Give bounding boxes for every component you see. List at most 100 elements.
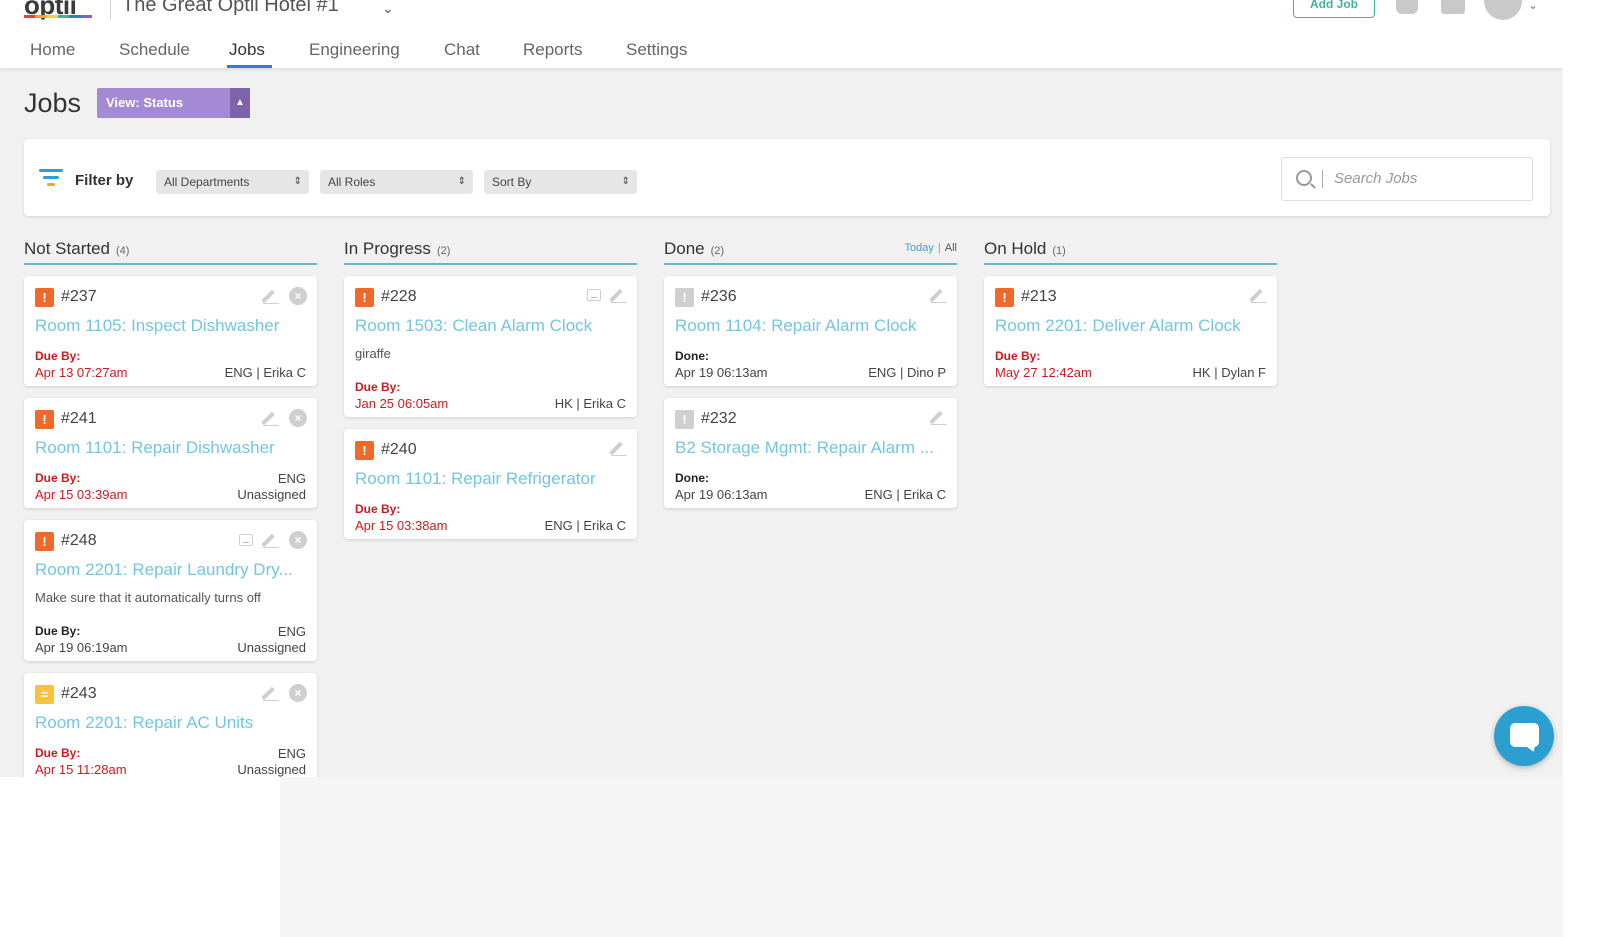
edit-icon[interactable]: [611, 440, 627, 456]
assignee: HK | Erika C: [554, 396, 626, 411]
priority-high-icon: !: [995, 288, 1014, 307]
close-icon[interactable]: ×: [289, 287, 307, 305]
assignee-dept: ENG: [277, 624, 306, 639]
assignee-dept: ENG: [277, 746, 306, 761]
job-title[interactable]: Room 2201: Deliver Alarm Clock: [995, 316, 1270, 336]
job-card[interactable]: ! #213 Room 2201: Deliver Alarm Clock Du…: [984, 276, 1277, 386]
due-label: Due By:: [35, 349, 81, 363]
column-count: (2): [710, 245, 725, 257]
tab-jobs[interactable]: Jobs: [229, 40, 265, 60]
job-title[interactable]: Room 2201: Repair Laundry Dry...: [35, 560, 310, 580]
view-select[interactable]: View: Status ▲: [97, 88, 250, 118]
job-title[interactable]: Room 1101: Repair Refrigerator: [355, 469, 630, 489]
done-date-filter: Today | All: [905, 242, 957, 254]
search-input[interactable]: Search Jobs: [1281, 157, 1533, 201]
tab-engineering[interactable]: Engineering: [309, 40, 400, 60]
header-divider: [110, 0, 111, 20]
assignee: Unassigned: [237, 487, 306, 502]
avatar[interactable]: [1484, 0, 1522, 20]
view-select-label: View: Status: [106, 95, 184, 110]
job-card[interactable]: = #243 × Room 2201: Repair AC Units Due …: [24, 673, 317, 777]
edit-icon[interactable]: [263, 532, 279, 548]
column-title: Not Started: [24, 239, 110, 258]
chevron-down-icon[interactable]: ⌄: [382, 0, 394, 17]
edit-icon[interactable]: [611, 287, 627, 303]
department-select-value: All Departments: [164, 175, 250, 189]
edit-icon[interactable]: [263, 288, 279, 304]
chevron-down-icon[interactable]: ⌄: [1528, 0, 1538, 12]
chat-bubble-icon: [1510, 723, 1539, 747]
job-description: Make sure that it automatically turns of…: [35, 590, 261, 605]
job-id: #236: [701, 288, 737, 305]
due-date: Apr 15 03:38am: [355, 518, 448, 533]
chat-widget-button[interactable]: [1494, 706, 1554, 766]
image-icon[interactable]: [587, 289, 601, 301]
select-arrows-icon: ⇕: [621, 176, 630, 187]
job-card[interactable]: ! #241 × Room 1101: Repair Dishwasher Du…: [24, 398, 317, 508]
hotel-selector[interactable]: The Great Optii Hotel #1: [122, 0, 339, 17]
tab-chat[interactable]: Chat: [444, 40, 480, 60]
column-header: Not Started (4): [24, 239, 317, 265]
column-in-progress: In Progress (2) ! #228 Room 1503: Clean A…: [344, 239, 637, 539]
filter-icon: [39, 169, 63, 189]
assignee-dept: ENG: [277, 471, 306, 486]
edit-icon[interactable]: [263, 685, 279, 701]
tab-home[interactable]: Home: [30, 40, 75, 60]
chat-icon[interactable]: [1396, 0, 1418, 14]
tab-settings[interactable]: Settings: [626, 40, 687, 60]
job-card[interactable]: ! #240 Room 1101: Repair Refrigerator Du…: [344, 429, 637, 539]
active-tab-indicator: [227, 65, 272, 68]
job-title[interactable]: Room 1101: Repair Dishwasher: [35, 438, 310, 458]
logo-color-bar: [24, 15, 92, 18]
job-title[interactable]: Room 1105: Inspect Dishwasher: [35, 316, 310, 336]
column-title: Done: [664, 239, 705, 258]
done-date: Apr 19 06:13am: [675, 487, 768, 502]
top-header: optii The Great Optii Hotel #1 ⌄ Add Job…: [0, 0, 1563, 68]
due-label: Due By:: [355, 380, 401, 394]
priority-high-icon: !: [35, 410, 54, 429]
job-card[interactable]: ! #236 Room 1104: Repair Alarm Clock Don…: [664, 276, 957, 386]
roles-select[interactable]: All Roles ⇕: [320, 170, 473, 194]
job-title[interactable]: Room 2201: Repair AC Units: [35, 713, 310, 733]
assignee: Unassigned: [237, 762, 306, 777]
tab-schedule[interactable]: Schedule: [119, 40, 190, 60]
edit-icon[interactable]: [931, 287, 947, 303]
department-select[interactable]: All Departments ⇕: [156, 170, 309, 194]
priority-high-icon: !: [35, 532, 54, 551]
job-card[interactable]: ! #237 × Room 1105: Inspect Dishwasher D…: [24, 276, 317, 386]
close-icon[interactable]: ×: [289, 531, 307, 549]
priority-high-icon: !: [35, 288, 54, 307]
column-count: (1): [1052, 245, 1066, 257]
assignee: ENG | Dino P: [868, 365, 946, 380]
search-placeholder: Search Jobs: [1334, 170, 1418, 187]
due-date: May 27 12:42am: [995, 365, 1092, 380]
edit-icon[interactable]: [1251, 287, 1267, 303]
filter-all-link[interactable]: All: [945, 242, 957, 254]
filter-today-link[interactable]: Today: [905, 242, 934, 254]
add-job-button[interactable]: Add Job: [1293, 0, 1375, 18]
job-card[interactable]: ! #228 Room 1503: Clean Alarm Clock gira…: [344, 276, 637, 417]
close-icon[interactable]: ×: [289, 684, 307, 702]
done-label: Done:: [675, 349, 709, 363]
sort-select-value: Sort By: [492, 175, 532, 189]
image-icon[interactable]: [239, 534, 253, 546]
priority-done-icon: !: [675, 288, 694, 307]
job-id: #228: [381, 288, 417, 305]
edit-icon[interactable]: [263, 410, 279, 426]
job-title[interactable]: Room 1503: Clean Alarm Clock: [355, 316, 630, 336]
bell-icon[interactable]: [1441, 0, 1465, 14]
job-title[interactable]: B2 Storage Mgmt: Repair Alarm ...: [675, 438, 950, 458]
job-title[interactable]: Room 1104: Repair Alarm Clock: [675, 316, 950, 336]
sort-select[interactable]: Sort By ⇕: [484, 170, 637, 194]
priority-high-icon: !: [355, 288, 374, 307]
edit-icon[interactable]: [931, 409, 947, 425]
column-header: On Hold (1): [984, 239, 1277, 265]
close-icon[interactable]: ×: [289, 409, 307, 427]
tab-reports[interactable]: Reports: [523, 40, 583, 60]
job-card[interactable]: ! #248 × Room 2201: Repair Laundry Dry..…: [24, 520, 317, 661]
search-caret: [1322, 170, 1323, 188]
select-arrows-icon: ▲: [230, 88, 250, 118]
column-on-hold: On Hold (1) ! #213 Room 2201: Deliver Ala…: [984, 239, 1277, 386]
job-card[interactable]: ! #232 B2 Storage Mgmt: Repair Alarm ...…: [664, 398, 957, 508]
due-label: Due By:: [35, 746, 81, 760]
